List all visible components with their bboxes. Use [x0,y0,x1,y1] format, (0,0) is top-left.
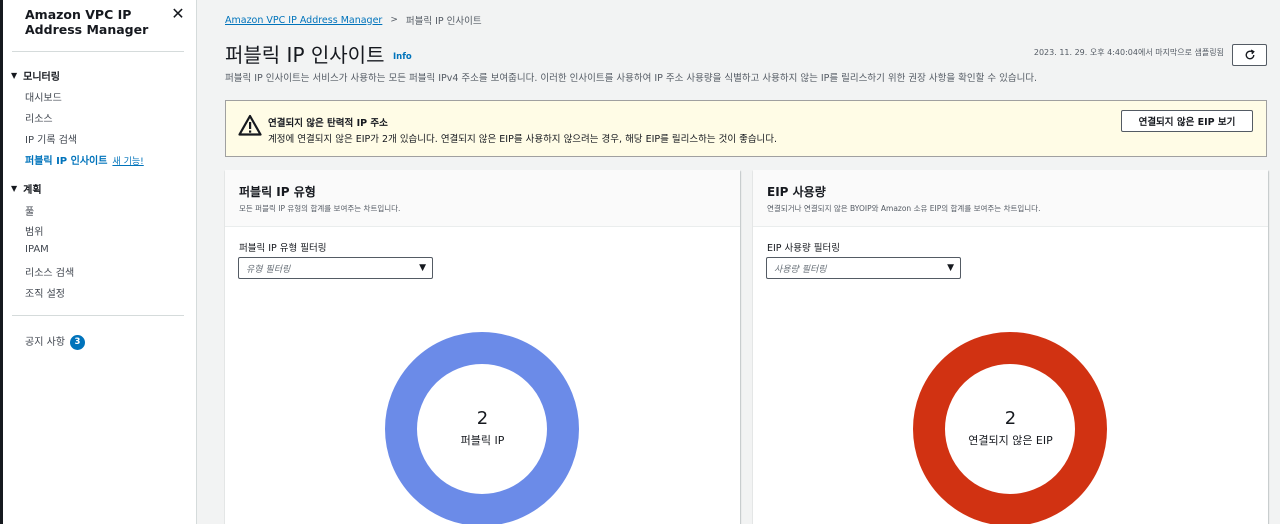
sidebar-item-resource-discovery[interactable]: 리소스 검색 [25,264,74,279]
refresh-button[interactable] [1232,44,1267,66]
sidebar-divider [12,315,184,316]
filter-label: EIP 사용량 필터링 [767,243,841,254]
card-description: 연결되거나 연결되지 않은 BYOIP와 Amazon 소유 EIP의 합계를 … [767,204,1041,213]
sidebar-item-public-ip-insights[interactable]: 퍼블릭 IP 인사이트 새 기능! [25,152,144,167]
section-label: 계획 [23,185,42,196]
ip-type-filter-select[interactable]: 유형 필터링 ▼ [238,257,433,279]
sidebar-item-ipam[interactable]: IPAM [25,244,49,255]
close-icon[interactable]: ✕ [170,6,186,22]
alert-message: 계정에 연결되지 않은 EIP가 2개 있습니다. 연결되지 않은 EIP를 사… [268,134,778,145]
section-planning[interactable]: ▼ 계획 [11,181,42,196]
select-placeholder: 사용량 필터링 [774,265,827,275]
notice-count-badge: 3 [69,334,85,350]
filter-label: 퍼블릭 IP 유형 필터링 [239,243,327,254]
donut-total-label: 연결되지 않은 EIP [968,434,1053,447]
page-title: 퍼블릭 IP 인사이트 [225,43,385,67]
eip-usage-card: EIP 사용량 연결되거나 연결되지 않은 BYOIP와 Amazon 소유 E… [753,170,1268,524]
refresh-icon [1245,49,1255,60]
card-description: 모든 퍼블릭 IP 유형의 합계를 보여주는 차트입니다. [239,204,401,213]
sidebar-item-scopes[interactable]: 범위 [25,223,43,238]
sidebar-title[interactable]: Amazon VPC IP Address Manager [25,7,165,37]
caret-down-icon: ▼ [947,263,954,273]
sidebar-item-label: 공지 사항 [25,337,65,348]
warning-alert: 연결되지 않은 탄력적 IP 주소 계정에 연결되지 않은 EIP가 2개 있습… [225,100,1267,157]
info-link[interactable]: Info [393,52,412,62]
new-feature-badge[interactable]: 새 기능! [112,157,143,167]
donut-segment [913,332,1107,524]
last-sampled-time: 2023. 11. 29. 오후 4:40:04에서 마지막으로 샘플링됨 [1033,48,1224,57]
breadcrumb: Amazon VPC IP Address Manager > 퍼블릭 IP 인… [225,13,482,28]
eip-usage-filter-select[interactable]: 사용량 필터링 ▼ [766,257,961,279]
sidebar-item-pools[interactable]: 풀 [25,203,34,218]
side-navigation: Amazon VPC IP Address Manager ✕ ▼ 모니터링 대… [0,0,197,524]
sidebar-item-ip-history[interactable]: IP 기록 검색 [25,131,77,146]
card-title: 퍼블릭 IP 유형 [239,185,316,199]
sidebar-item-org-settings[interactable]: 조직 설정 [25,285,65,300]
card-header: 퍼블릭 IP 유형 모든 퍼블릭 IP 유형의 합계를 보여주는 차트입니다. [225,170,740,227]
chevron-right-icon: > [390,15,398,25]
donut-segment [385,332,579,524]
card-header: EIP 사용량 연결되거나 연결되지 않은 BYOIP와 Amazon 소유 E… [753,170,1268,227]
warning-icon [238,114,262,136]
sidebar-item-resources[interactable]: 리소스 [25,110,53,125]
donut-total-value: 2 [1004,408,1017,429]
public-ip-types-card: 퍼블릭 IP 유형 모든 퍼블릭 IP 유형의 합계를 보여주는 차트입니다. … [225,170,740,524]
select-placeholder: 유형 필터링 [246,265,291,275]
section-label: 모니터링 [23,72,60,83]
donut-total-label: 퍼블릭 IP [460,434,505,447]
sidebar-item-dashboard[interactable]: 대시보드 [25,89,62,104]
view-unassociated-eip-button[interactable]: 연결되지 않은 EIP 보기 [1121,110,1253,132]
sidebar-divider [12,51,184,52]
caret-down-icon: ▼ [11,184,18,193]
card-title: EIP 사용량 [767,185,826,199]
caret-down-icon: ▼ [419,263,426,273]
sidebar-item-label: 퍼블릭 IP 인사이트 [25,156,108,167]
section-monitoring[interactable]: ▼ 모니터링 [11,68,60,83]
window-edge [0,0,3,524]
page-description: 퍼블릭 IP 인사이트는 서비스가 사용하는 모든 퍼블릭 IPv4 주소를 보… [225,73,1038,84]
caret-down-icon: ▼ [11,71,18,80]
donut-total-value: 2 [476,408,489,429]
sidebar-item-notices[interactable]: 공지 사항 3 [25,333,85,350]
breadcrumb-current: 퍼블릭 IP 인사이트 [405,16,482,27]
breadcrumb-link-ipam[interactable]: Amazon VPC IP Address Manager [225,15,382,26]
alert-title: 연결되지 않은 탄력적 IP 주소 [268,118,388,129]
